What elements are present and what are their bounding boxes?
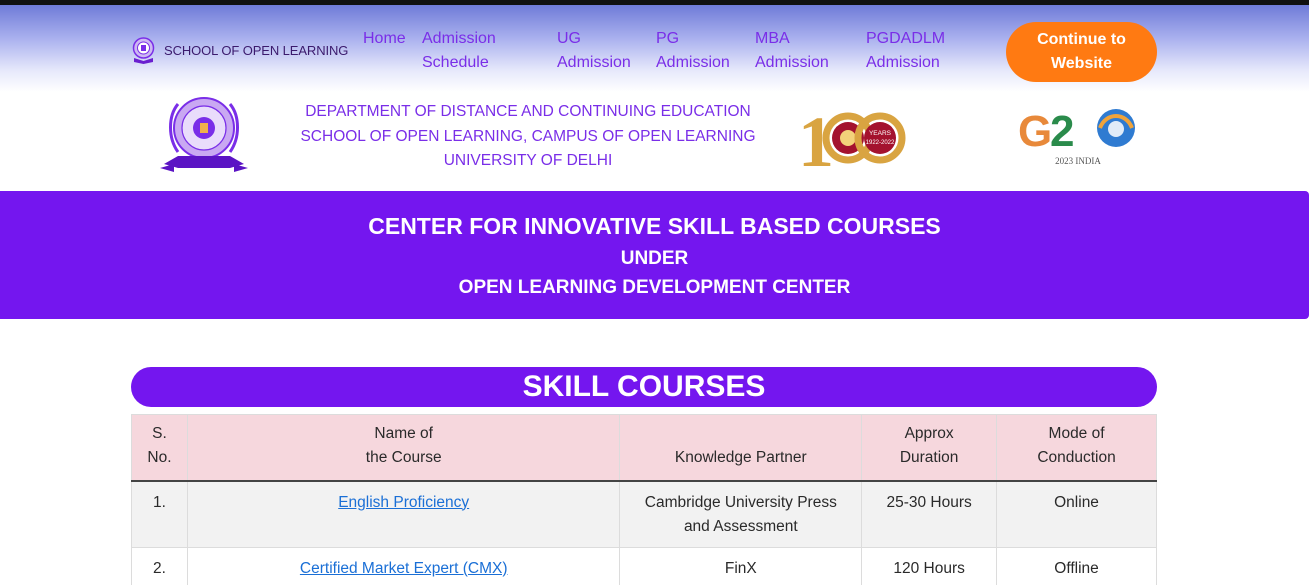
brand-name: SCHOOL OF OPEN LEARNING	[164, 42, 349, 58]
header-text-line2: Duration	[899, 448, 959, 466]
nav-link-label-line2: Schedule	[422, 54, 489, 71]
header-text-line2: No.	[147, 448, 172, 466]
header-text-line2: the Course	[365, 448, 442, 466]
centenary-years-label: YEARS	[869, 130, 892, 137]
header-text-line1: Name of	[374, 424, 433, 442]
nav-link-admission-schedule[interactable]: Admission Schedule	[422, 27, 496, 75]
header-duration: Approx Duration	[861, 414, 998, 482]
sol-emblem-icon	[132, 37, 155, 64]
cell-course-name: Certified Market Expert (CMX)	[186, 546, 621, 585]
nav-link-mba-admission[interactable]: MBA Admission	[755, 27, 829, 75]
nav-link-label-line1: PG	[656, 30, 680, 47]
table-header-row: S. No. Name of the Course Knowledge Part…	[131, 414, 1157, 482]
cell-mode: Online	[996, 480, 1157, 548]
nav-link-home[interactable]: Home	[363, 27, 406, 51]
nav-link-ug-admission[interactable]: UG Admission	[557, 27, 631, 75]
cell-duration: 25-30 Hours	[861, 480, 998, 548]
department-title-line3: UNIVERSITY OF DELHI	[443, 152, 613, 169]
centenary-range-label: 1922-2022	[866, 140, 895, 146]
g20-wordmark-digit: 2	[1050, 107, 1074, 156]
table-row: 2. Certified Market Expert (CMX) FinX 12…	[131, 546, 1157, 585]
header-text-line1: Knowledge Partner	[674, 448, 807, 466]
department-title-line1: DEPARTMENT OF DISTANCE AND CONTINUING ED…	[305, 103, 751, 120]
nav-link-home-label: Home	[363, 30, 406, 47]
table-row: 1. English Proficiency Cambridge Univers…	[131, 480, 1157, 548]
course-link-certified-market-expert[interactable]: Certified Market Expert (CMX)	[300, 560, 508, 577]
partner-line2: and Assessment	[683, 517, 798, 535]
header-mode: Mode of Conduction	[996, 414, 1157, 482]
header-text-line2: Conduction	[1037, 448, 1116, 466]
cell-mode: Offline	[996, 546, 1157, 585]
brand-link[interactable]: SCHOOL OF OPEN LEARNING	[131, 36, 348, 64]
nav-link-label-line2: Admission	[866, 54, 940, 71]
top-navigation-bar: SCHOOL OF OPEN LEARNING Home Admission S…	[0, 0, 1309, 92]
cta-label-line2: Website	[1050, 55, 1113, 72]
nav-link-label-line1: Admission	[422, 30, 496, 47]
g20-logo: G 2 2023 INDIA	[1018, 107, 1135, 166]
cell-partner: Cambridge University Press and Assessmen…	[619, 480, 863, 548]
banner-title: CENTER FOR INNOVATIVE SKILL BASED COURSE…	[368, 213, 941, 239]
du-centenary-100-logo: 1 YEARS 1922-2022	[798, 102, 906, 172]
nav-link-label-line2: Admission	[755, 54, 829, 71]
section-heading: SKILL COURSES	[131, 367, 1157, 407]
cell-duration: 120 Hours	[861, 546, 998, 585]
continue-to-website-button[interactable]: Continue to Website	[1006, 22, 1157, 82]
department-title-line2: SCHOOL OF OPEN LEARNING, CAMPUS OF OPEN …	[300, 127, 756, 145]
header-text-line1: Mode of	[1048, 424, 1105, 442]
header-knowledge-partner: Knowledge Partner	[619, 414, 863, 482]
center-banner: CENTER FOR INNOVATIVE SKILL BASED COURSE…	[0, 191, 1309, 319]
cell-partner: FinX	[619, 546, 863, 585]
g20-wordmark: G	[1018, 107, 1052, 156]
nav-link-label-line1: PGDADLM	[866, 30, 946, 47]
header-course-name: Name of the Course	[186, 414, 621, 482]
partner-line1: Cambridge University Press	[644, 493, 837, 511]
nav-link-pg-admission[interactable]: PG Admission	[656, 27, 730, 75]
g20-subtitle: 2023 INDIA	[1055, 156, 1101, 166]
cell-course-name: English Proficiency	[186, 480, 621, 548]
nav-link-pgdadlm-admission[interactable]: PGDADLM Admission	[866, 27, 945, 75]
cta-label-line1: Continue to	[1037, 31, 1126, 48]
header-text-line1: Approx	[904, 424, 954, 442]
department-title: DEPARTMENT OF DISTANCE AND CONTINUING ED…	[296, 100, 760, 174]
banner-subtitle: OPEN LEARNING DEVELOPMENT CENTER	[458, 277, 851, 298]
sol-diamond-jubilee-seal	[160, 97, 248, 172]
cell-sno: 1.	[131, 480, 188, 548]
nav-link-label-line1: UG	[557, 30, 581, 47]
banner-under: UNDER	[620, 248, 689, 269]
nav-link-label-line2: Admission	[557, 54, 631, 71]
header-text-line1: S.	[152, 424, 167, 442]
skill-courses-table: S. No. Name of the Course Knowledge Part…	[131, 414, 1157, 585]
cell-sno: 2.	[131, 546, 188, 585]
course-link-english-proficiency[interactable]: English Proficiency	[338, 494, 469, 511]
nav-link-label-line1: MBA	[755, 30, 790, 47]
header-sno: S. No.	[131, 414, 188, 482]
nav-link-label-line2: Admission	[656, 54, 730, 71]
